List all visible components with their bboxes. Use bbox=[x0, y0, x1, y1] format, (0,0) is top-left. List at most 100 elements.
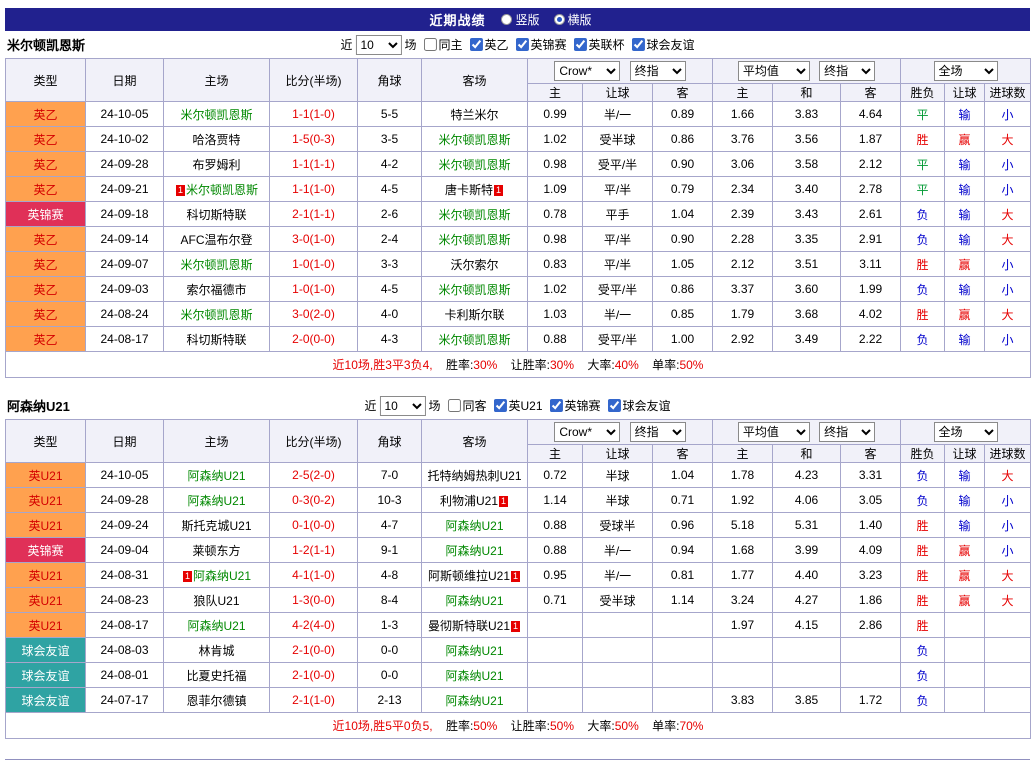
team-name[interactable]: 狼队U21 bbox=[193, 594, 239, 608]
team-name[interactable]: 阿森纳U21 bbox=[187, 469, 245, 483]
team-name[interactable]: 沃尔索尔 bbox=[450, 258, 498, 272]
team-name[interactable]: 比夏史托福 bbox=[186, 669, 246, 683]
team-name[interactable]: 阿森纳U21 bbox=[445, 594, 503, 608]
away-team-cell: 阿森纳U21 bbox=[422, 538, 528, 563]
score-cell[interactable]: 2-1(1-1) bbox=[270, 202, 358, 227]
league-filter-checkbox[interactable] bbox=[494, 399, 507, 412]
team-name[interactable]: 米尔顿凯恩斯 bbox=[438, 208, 510, 222]
score-cell[interactable]: 1-1(1-0) bbox=[270, 177, 358, 202]
team-name[interactable]: 阿森纳U21 bbox=[445, 694, 503, 708]
away-odds-cell: 0.81 bbox=[653, 563, 713, 588]
team-name[interactable]: 阿森纳U21 bbox=[445, 669, 503, 683]
score-cell[interactable]: 4-2(4-0) bbox=[270, 613, 358, 638]
team-name[interactable]: 阿森纳U21 bbox=[445, 644, 503, 658]
team-name[interactable]: AFC温布尔登 bbox=[180, 233, 252, 247]
team-name[interactable]: 唐卡斯特 bbox=[445, 183, 493, 197]
league-filter[interactable]: 球会友谊 bbox=[608, 397, 671, 414]
summary-stat-label: 让胜率: bbox=[511, 719, 550, 733]
avg-draw-cell: 3.40 bbox=[773, 177, 841, 202]
league-filter[interactable]: 英U21 bbox=[494, 397, 543, 414]
team-name[interactable]: 哈洛贾特 bbox=[192, 133, 240, 147]
team-name[interactable]: 米尔顿凯恩斯 bbox=[438, 333, 510, 347]
score-cell[interactable]: 1-1(1-1) bbox=[270, 152, 358, 177]
scope-select[interactable]: 全场 bbox=[934, 422, 998, 442]
avg-select[interactable]: 平均值 bbox=[738, 422, 810, 442]
recent-count-select[interactable]: 10 bbox=[379, 396, 425, 416]
team-name[interactable]: 米尔顿凯恩斯 bbox=[180, 308, 252, 322]
team-name[interactable]: 托特纳姆热刺U21 bbox=[427, 469, 521, 483]
score-cell[interactable]: 3-0(2-0) bbox=[270, 302, 358, 327]
team-name[interactable]: 阿斯顿维拉U21 bbox=[428, 569, 510, 583]
team-name[interactable]: 曼彻斯特联U21 bbox=[428, 619, 510, 633]
league-filter[interactable]: 英联杯 bbox=[574, 36, 625, 53]
league-filter-checkbox[interactable] bbox=[632, 38, 645, 51]
odds-company-select[interactable]: Crow* bbox=[554, 61, 620, 81]
team-name[interactable]: 利物浦U21 bbox=[440, 494, 498, 508]
league-filter[interactable]: 英锦赛 bbox=[516, 36, 567, 53]
league-filter[interactable]: 英乙 bbox=[469, 36, 508, 53]
score-cell[interactable]: 1-0(1-0) bbox=[270, 252, 358, 277]
same-venue-filter[interactable]: 同主 bbox=[423, 36, 462, 53]
team-name[interactable]: 索尔福德市 bbox=[186, 283, 246, 297]
team-name[interactable]: 米尔顿凯恩斯 bbox=[180, 108, 252, 122]
team-name[interactable]: 米尔顿凯恩斯 bbox=[438, 283, 510, 297]
same-venue-filter[interactable]: 同客 bbox=[447, 397, 486, 414]
scope-select[interactable]: 全场 bbox=[934, 61, 998, 81]
odds-final-select[interactable]: 终指 bbox=[630, 61, 686, 81]
score-cell[interactable]: 2-1(0-0) bbox=[270, 663, 358, 688]
avg-final-select[interactable]: 终指 bbox=[819, 422, 875, 442]
avg-final-select[interactable]: 终指 bbox=[819, 61, 875, 81]
team-name[interactable]: 米尔顿凯恩斯 bbox=[186, 183, 258, 197]
score-cell[interactable]: 2-1(0-0) bbox=[270, 638, 358, 663]
score-cell[interactable]: 1-0(1-0) bbox=[270, 277, 358, 302]
league-filter[interactable]: 英锦赛 bbox=[550, 397, 601, 414]
team-name[interactable]: 米尔顿凯恩斯 bbox=[438, 233, 510, 247]
score-cell[interactable]: 0-1(0-0) bbox=[270, 513, 358, 538]
odds-final-select[interactable]: 终指 bbox=[630, 422, 686, 442]
layout-radio-option[interactable]: 竖版 bbox=[501, 11, 539, 28]
team-name[interactable]: 阿森纳U21 bbox=[445, 544, 503, 558]
team-name[interactable]: 特兰米尔 bbox=[450, 108, 498, 122]
home-odds-cell: 0.99 bbox=[528, 102, 583, 127]
score-cell[interactable]: 0-3(0-2) bbox=[270, 488, 358, 513]
score-cell[interactable]: 1-3(0-0) bbox=[270, 588, 358, 613]
score-cell[interactable]: 1-5(0-3) bbox=[270, 127, 358, 152]
team-name[interactable]: 布罗姆利 bbox=[192, 158, 240, 172]
team-name[interactable]: 林肯城 bbox=[198, 644, 234, 658]
league-filter-checkbox[interactable] bbox=[469, 38, 482, 51]
team-name[interactable]: 阿森纳U21 bbox=[193, 569, 251, 583]
same-venue-checkbox[interactable] bbox=[423, 38, 436, 51]
score-cell[interactable]: 2-0(0-0) bbox=[270, 327, 358, 352]
odds-company-select[interactable]: Crow* bbox=[554, 422, 620, 442]
team-name[interactable]: 莱顿东方 bbox=[192, 544, 240, 558]
team-name[interactable]: 米尔顿凯恩斯 bbox=[180, 258, 252, 272]
team-name[interactable]: 科切斯特联 bbox=[186, 333, 246, 347]
score-cell[interactable]: 4-1(1-0) bbox=[270, 563, 358, 588]
same-venue-checkbox[interactable] bbox=[447, 399, 460, 412]
league-filter[interactable]: 球会友谊 bbox=[632, 36, 695, 53]
team-name[interactable]: 米尔顿凯恩斯 bbox=[438, 133, 510, 147]
home-team-cell: 布罗姆利 bbox=[164, 152, 270, 177]
team-name[interactable]: 米尔顿凯恩斯 bbox=[438, 158, 510, 172]
team-name[interactable]: 恩菲尔德镇 bbox=[186, 694, 246, 708]
score-cell[interactable]: 1-1(1-0) bbox=[270, 102, 358, 127]
league-filter-checkbox[interactable] bbox=[608, 399, 621, 412]
league-filter-checkbox[interactable] bbox=[516, 38, 529, 51]
team-name[interactable]: 科切斯特联 bbox=[186, 208, 246, 222]
team-name[interactable]: 阿森纳U21 bbox=[187, 619, 245, 633]
league-filter-checkbox[interactable] bbox=[574, 38, 587, 51]
recent-count-select[interactable]: 10 bbox=[355, 35, 401, 55]
team-name[interactable]: 阿森纳U21 bbox=[187, 494, 245, 508]
score-cell[interactable]: 3-0(1-0) bbox=[270, 227, 358, 252]
score-cell[interactable]: 1-2(1-1) bbox=[270, 538, 358, 563]
radio-icon[interactable] bbox=[501, 14, 512, 25]
score-cell[interactable]: 2-1(1-0) bbox=[270, 688, 358, 713]
radio-icon[interactable] bbox=[554, 14, 565, 25]
score-cell[interactable]: 2-5(2-0) bbox=[270, 463, 358, 488]
team-name[interactable]: 卡利斯尔联 bbox=[444, 308, 504, 322]
avg-select[interactable]: 平均值 bbox=[738, 61, 810, 81]
layout-radio-option[interactable]: 横版 bbox=[554, 11, 592, 28]
team-name[interactable]: 阿森纳U21 bbox=[445, 519, 503, 533]
team-name[interactable]: 斯托克城U21 bbox=[181, 519, 251, 533]
league-filter-checkbox[interactable] bbox=[550, 399, 563, 412]
